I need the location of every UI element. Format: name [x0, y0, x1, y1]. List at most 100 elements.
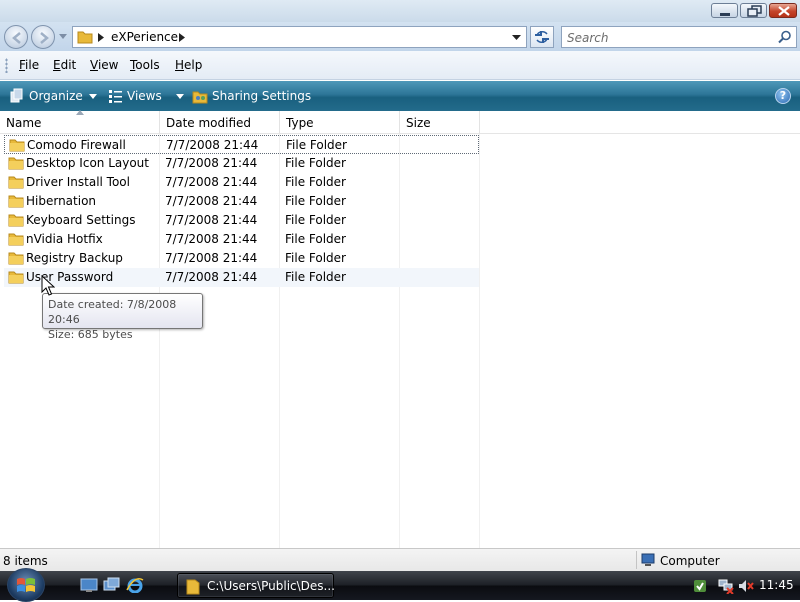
views-button[interactable]: Views [107, 87, 184, 105]
help-button[interactable]: ? [775, 88, 791, 104]
security-shield-icon[interactable] [692, 578, 708, 594]
show-desktop-icon[interactable] [80, 577, 98, 593]
file-row[interactable]: User Password 7/7/2008 21:44 File Folder [4, 268, 479, 287]
file-date: 7/7/2008 21:44 [165, 156, 258, 170]
organize-button[interactable]: Organize [9, 87, 97, 105]
address-dropdown-icon[interactable] [512, 35, 521, 41]
folder-icon [8, 214, 24, 227]
menu-grip [5, 58, 8, 73]
breadcrumb-chevron-icon[interactable] [98, 33, 104, 42]
folder-icon [8, 271, 24, 284]
file-row[interactable]: nVidia Hotfix 7/7/2008 21:44 File Folder [4, 230, 479, 249]
refresh-button[interactable] [530, 26, 554, 48]
network-disconnected-icon[interactable] [718, 578, 734, 594]
taskbar-window-button[interactable]: C:\Users\Public\Des... [177, 573, 335, 598]
zone-label: Computer [660, 554, 720, 568]
internet-explorer-icon[interactable] [126, 577, 144, 593]
file-date: 7/7/2008 21:44 [165, 232, 258, 246]
file-type: File Folder [285, 194, 346, 208]
folder-icon [77, 31, 93, 44]
recent-pages-chevron-icon[interactable] [59, 34, 67, 40]
taskbar: C:\Users\Public\Des... 11:45 [0, 568, 800, 602]
tooltip-date-created: Date created: 7/8/2008 20:46 [48, 298, 177, 326]
search-box[interactable] [561, 26, 797, 48]
file-row[interactable]: Driver Install Tool 7/7/2008 21:44 File … [4, 173, 479, 192]
column-headers: Name Date modified Type Size [0, 110, 800, 134]
menu-bar: File Edit View Tools Help [0, 51, 800, 80]
file-date: 7/7/2008 21:44 [165, 270, 258, 284]
file-type: File Folder [285, 156, 346, 170]
address-bar[interactable]: eXPerience [72, 26, 527, 48]
views-icon [109, 90, 122, 103]
maximize-button[interactable] [740, 3, 767, 18]
status-bar: 8 items Computer [0, 548, 800, 571]
chevron-down-icon [175, 93, 184, 99]
file-row[interactable]: Desktop Icon Layout 7/7/2008 21:44 File … [4, 154, 479, 173]
windows-logo-icon [17, 578, 35, 592]
file-name: Keyboard Settings [26, 213, 136, 227]
file-date: 7/7/2008 21:44 [165, 175, 258, 189]
sharing-icon [192, 91, 208, 104]
computer-icon [641, 553, 655, 566]
item-count: 8 items [3, 554, 48, 568]
close-button[interactable] [769, 3, 797, 18]
file-name: Registry Backup [26, 251, 123, 265]
file-type: File Folder [285, 270, 346, 284]
folder-icon [8, 176, 24, 189]
address-row: eXPerience [0, 22, 800, 51]
file-name: Desktop Icon Layout [26, 156, 149, 170]
title-bar [0, 0, 800, 22]
back-button[interactable] [4, 25, 28, 49]
minimize-button[interactable] [711, 3, 738, 18]
folder-icon [8, 252, 24, 265]
search-icon[interactable] [778, 30, 792, 44]
clock[interactable]: 11:45 [759, 578, 794, 592]
menu-tools[interactable]: Tools [130, 58, 160, 72]
file-row[interactable]: Registry Backup 7/7/2008 21:44 File Fold… [4, 249, 479, 268]
file-row[interactable]: Keyboard Settings 7/7/2008 21:44 File Fo… [4, 211, 479, 230]
menu-help[interactable]: Help [175, 58, 202, 72]
column-header-size[interactable]: Size [400, 111, 480, 134]
restore-icon [747, 5, 762, 17]
column-divider [479, 134, 480, 548]
file-type: File Folder [285, 232, 346, 246]
folder-icon [9, 139, 25, 152]
column-header-date-modified[interactable]: Date modified [160, 111, 280, 134]
volume-muted-icon[interactable] [738, 578, 754, 594]
command-bar: Organize Views Sharing Settings ? [0, 81, 800, 111]
column-header-type[interactable]: Type [280, 111, 400, 134]
file-date: 7/7/2008 21:44 [165, 213, 258, 227]
back-arrow-icon [12, 32, 21, 44]
menu-view[interactable]: View [90, 58, 118, 72]
file-name: nVidia Hotfix [26, 232, 103, 246]
file-type: File Folder [285, 213, 346, 227]
forward-button[interactable] [31, 25, 55, 49]
folder-icon [8, 157, 24, 170]
folder-icon [8, 233, 24, 246]
sharing-settings-button[interactable]: Sharing Settings [192, 87, 311, 105]
file-name: Driver Install Tool [26, 175, 130, 189]
minimize-icon [720, 13, 730, 16]
file-date: 7/7/2008 21:44 [166, 138, 259, 152]
file-type: File Folder [286, 138, 347, 152]
refresh-icon [535, 31, 549, 43]
organize-icon [10, 88, 23, 103]
file-type: File Folder [285, 175, 346, 189]
menu-edit[interactable]: Edit [53, 58, 76, 72]
chevron-down-icon [88, 93, 97, 99]
file-row[interactable]: Hibernation 7/7/2008 21:44 File Folder [4, 192, 479, 211]
start-button[interactable] [7, 568, 45, 602]
menu-file[interactable]: File [19, 58, 39, 72]
file-info-tooltip: Date created: 7/8/2008 20:46 Size: 685 b… [42, 293, 203, 341]
switch-windows-icon[interactable] [103, 577, 121, 593]
file-name: Comodo Firewall [27, 138, 126, 152]
breadcrumb-chevron-icon[interactable] [179, 33, 185, 42]
search-input[interactable] [567, 30, 767, 45]
file-type: File Folder [285, 251, 346, 265]
file-name: User Password [26, 270, 114, 284]
breadcrumb-segment[interactable]: eXPerience [111, 30, 178, 44]
file-name: Hibernation [26, 194, 97, 208]
tooltip-size: Size: 685 bytes [48, 328, 133, 341]
file-row[interactable]: Comodo Firewall 7/7/2008 21:44 File Fold… [4, 135, 479, 154]
column-header-name[interactable]: Name [0, 110, 160, 134]
